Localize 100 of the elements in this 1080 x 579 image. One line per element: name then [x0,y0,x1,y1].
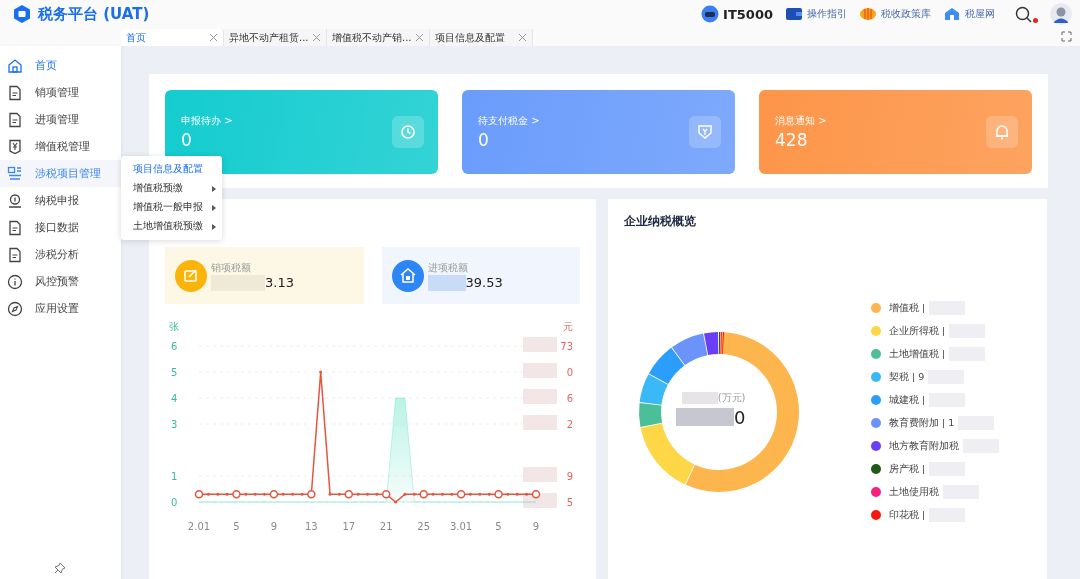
legend-label: 印花税 | [889,508,926,522]
bell-icon [993,123,1011,141]
app-title: 税务平台 (UAT) [38,4,150,24]
axis-label: 2.01 [187,521,211,532]
sidebar-item[interactable]: 首页 [0,52,121,79]
house-icon [398,266,417,285]
axis-label: 73 [560,341,573,352]
close-icon [312,33,321,42]
legend-label: 契税 | 9 [889,370,925,384]
close-icon [518,33,527,42]
axis-label: 6 [566,393,573,404]
tab[interactable]: 增值税不动产销... [327,29,430,46]
axis-label: 5 [495,521,502,532]
submenu-item[interactable]: 增值税预缴 [121,179,222,198]
search-icon [1015,5,1032,23]
axis-label: 2 [566,419,573,430]
sidebar-item[interactable]: 纳税申报 [0,187,121,214]
tag-icon [696,123,714,141]
sidebar-item[interactable]: 风控预警 [0,268,121,295]
axis-label: 9 [566,471,573,482]
avatar-icon [1050,3,1072,25]
axis-title: 张 [169,321,179,332]
sidebar-item[interactable]: 销项管理 [0,79,121,106]
axis-label: 9 [532,521,540,532]
close-icon [209,33,218,42]
logo-icon [12,4,32,24]
caret-icon [212,185,216,192]
card-label: 申报待办 > [181,114,233,128]
yen-shield-icon [7,138,23,155]
robot-icon [701,5,720,23]
donut-slice [639,374,669,405]
legend-label: 教育费附加 | 1 [889,416,955,430]
card-value: 0 [478,130,490,150]
sidebar-item[interactable]: 增值税管理 [0,133,121,160]
legend-label: 土地增值税 | [889,347,946,361]
sidebar-item[interactable]: 接口数据 [0,214,121,241]
sidebar-item[interactable]: 应用设置 [0,295,121,322]
legend-label: 企业所得税 | [889,324,946,338]
legend-label: 城建税 | [889,393,926,407]
axis-label: 3 [171,419,178,430]
stamp-icon [7,192,23,209]
stat-label: 进项税额 [427,260,469,275]
header-link[interactable]: 税收政策库 [859,5,931,23]
axis-title: 元 [563,321,573,332]
stat-label: 销项税额 [211,260,252,275]
tab[interactable]: 首页 [121,29,224,46]
axis-label: 13 [304,521,318,532]
edit-icon [182,266,200,285]
axis-label: 25 [417,521,431,532]
center-label: (万元) [717,390,746,405]
card-label: 消息通知 > [775,114,827,128]
axis-label: 0 [566,367,573,378]
legend-label: 房产税 | [889,462,926,476]
sidebar-item[interactable]: 进项管理 [0,106,121,133]
legend-label: 土地使用税 [889,485,939,499]
axis-label: 17 [342,521,356,532]
header-link[interactable]: 税屋网 [943,5,995,23]
tab[interactable]: 项目信息及配置 [430,29,533,46]
sidebar-item[interactable]: 涉税分析 [0,241,121,268]
tab[interactable]: 异地不动产租赁... [224,29,327,46]
wallet-icon [785,5,803,23]
header-link[interactable]: 操作指引 [785,5,847,23]
project-icon [7,165,23,182]
center-value: 0 [734,406,746,428]
submenu-item[interactable]: 土地增值税预缴 [121,217,222,236]
axis-label: 6 [171,341,178,352]
card-label: 待支付税金 > [478,114,540,128]
compass-icon [7,300,23,317]
axis-label: 5 [171,367,178,378]
axis-label: 5 [566,497,573,508]
axis-label: 3.01 [450,521,473,532]
fullscreen-icon [1061,31,1072,42]
clock-icon [399,123,417,141]
redaction [681,391,718,404]
axis-label: 4 [171,393,178,404]
header-link[interactable]: IT5000 [701,5,773,23]
info-icon [7,273,23,290]
axis-label: 5 [233,521,240,532]
pin-icon [54,562,66,574]
submenu-item[interactable]: 增值税一般申报 [121,198,222,217]
card-value: 0 [181,130,193,150]
stat-value: 3.13 [265,275,294,290]
axis-label: 0 [171,497,178,508]
redaction [676,408,734,426]
home-icon [7,57,23,74]
axis-label: 1 [171,471,178,482]
sidebar-item[interactable]: 涉税项目管理 [0,160,121,187]
caret-icon [212,223,216,230]
house-icon [943,5,961,23]
document-icon [7,111,23,128]
axis-label: 21 [379,521,393,532]
caret-icon [212,204,216,211]
legend-label: 地方教育附加税 [889,439,959,453]
close-icon [415,33,424,42]
panel-title: 企业纳税概览 [624,213,697,230]
axis-label: 9 [270,521,278,532]
redaction [427,274,466,291]
document-icon [7,246,23,263]
library-icon [859,5,877,23]
document-icon [7,219,23,236]
